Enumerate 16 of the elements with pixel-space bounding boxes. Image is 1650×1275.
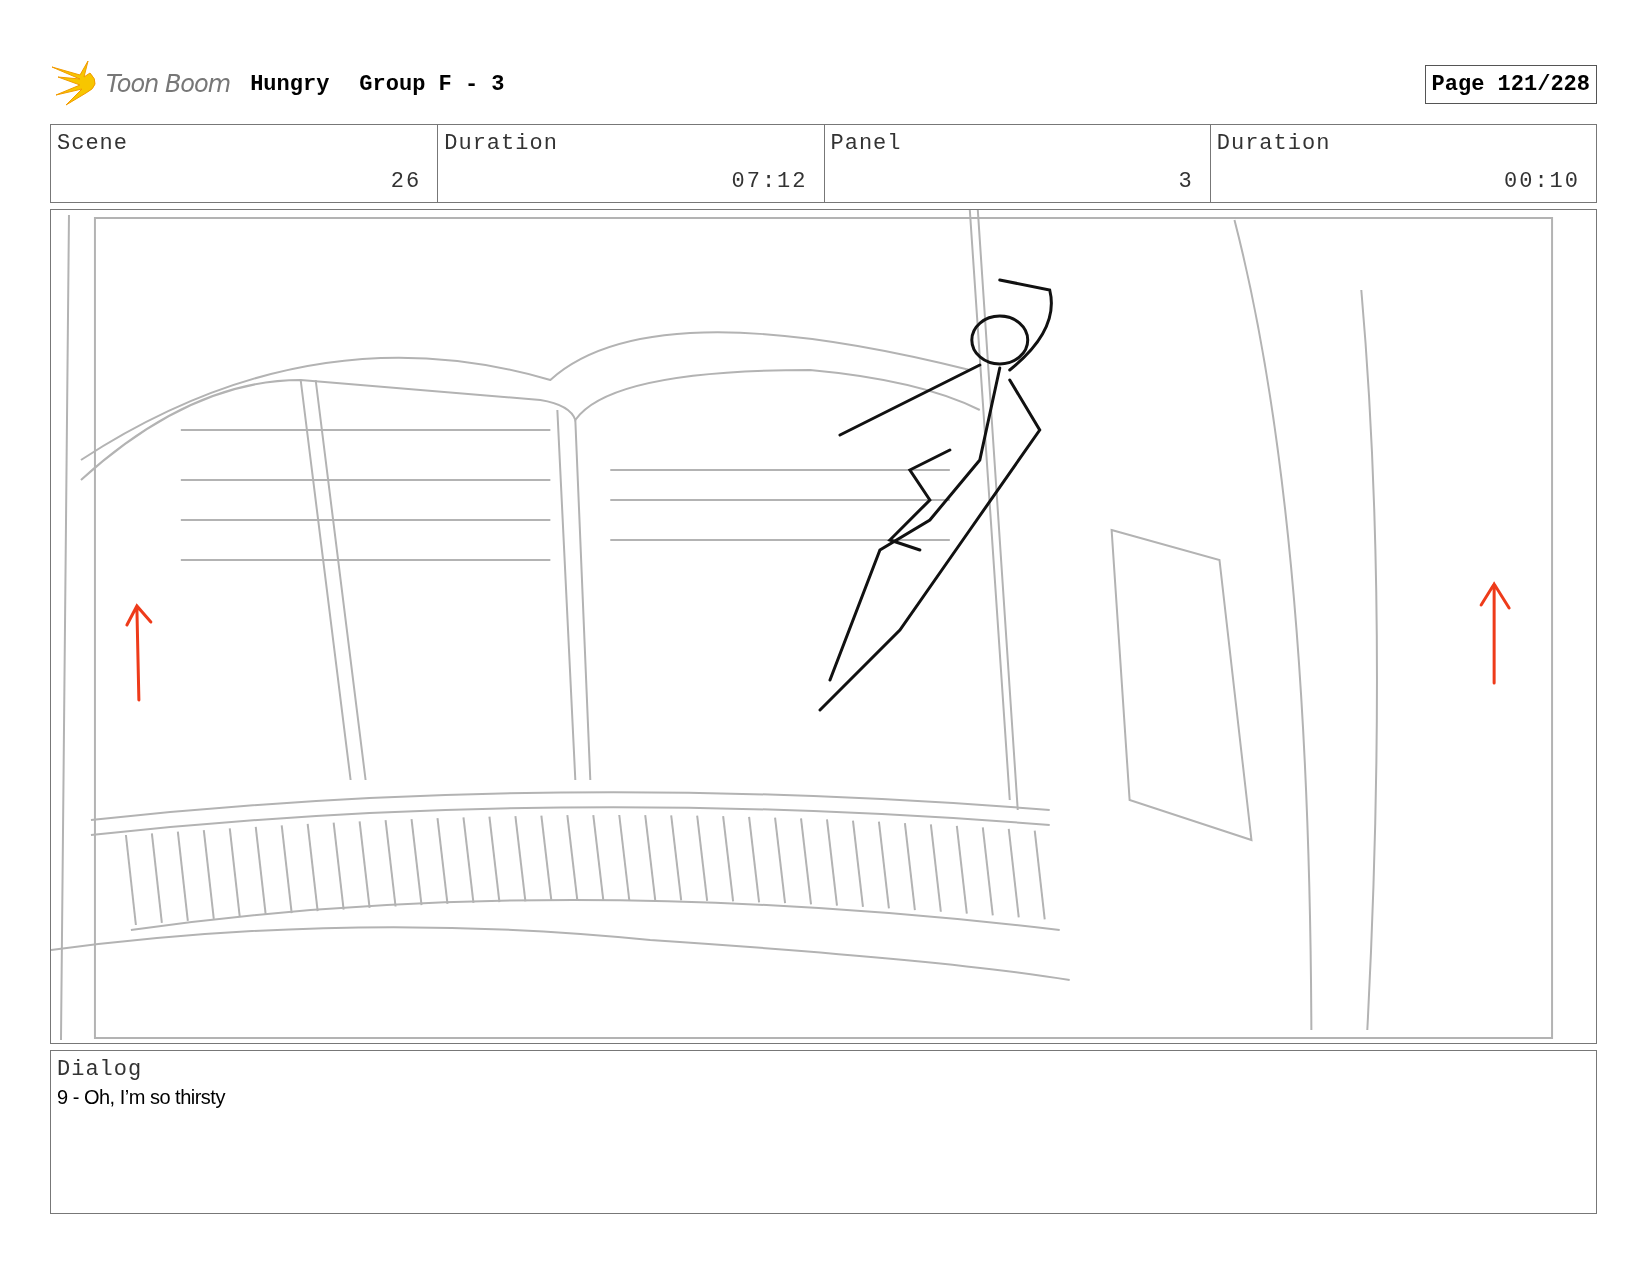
info-label: Duration bbox=[444, 131, 559, 156]
page-number: Page 121/228 bbox=[1424, 64, 1597, 104]
project-title: Hungry bbox=[250, 71, 330, 97]
info-value: 07:12 bbox=[731, 169, 808, 194]
up-arrow-icon bbox=[125, 603, 153, 702]
info-label: Duration bbox=[1216, 131, 1332, 156]
up-arrow-icon bbox=[1479, 581, 1511, 685]
info-value: 26 bbox=[390, 169, 422, 194]
logo-wordmark: Toon Boom bbox=[106, 70, 231, 98]
dialog-text: 9 - Oh, I’m so thirsty bbox=[57, 1086, 227, 1109]
info-value: 00:10 bbox=[1504, 169, 1580, 194]
sequence-title: Group F - 3 bbox=[359, 71, 505, 97]
info-label: Panel bbox=[830, 131, 903, 156]
info-label: Scene bbox=[57, 131, 129, 156]
info-value: 3 bbox=[1178, 169, 1194, 194]
dialog-label: Dialog bbox=[57, 1057, 144, 1082]
